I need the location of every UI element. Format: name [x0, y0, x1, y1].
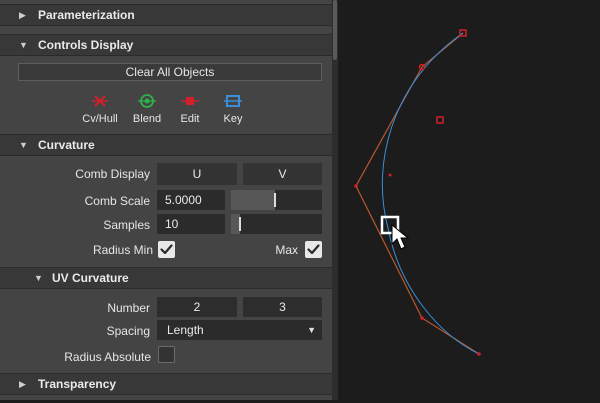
cv-point[interactable] — [388, 173, 392, 177]
cv-hull-icon — [92, 95, 108, 107]
max-label: Max — [275, 243, 298, 257]
cv-point[interactable] — [477, 352, 481, 356]
control-vertices — [354, 29, 481, 356]
checkmark-icon — [307, 244, 320, 255]
slider-handle[interactable] — [273, 193, 276, 207]
comb-display-u-button[interactable]: U — [157, 163, 237, 185]
section-uv-curvature[interactable]: ▼ UV Curvature — [0, 267, 332, 289]
expanded-arrow-icon: ▼ — [19, 140, 28, 150]
cv-hull-label: Cv/Hull — [82, 113, 118, 125]
clear-all-objects-button[interactable]: Clear All Objects — [18, 63, 322, 81]
collapsed-arrow-icon: ▶ — [19, 10, 26, 20]
cv-point[interactable] — [354, 184, 358, 188]
spacing-label: Spacing — [106, 324, 150, 338]
section-parameterization[interactable]: ▶ Parameterization — [0, 4, 332, 26]
mouse-pointer-icon — [391, 223, 410, 250]
comb-display-v-button[interactable]: V — [243, 163, 322, 185]
cv-point[interactable] — [436, 116, 444, 124]
modeling-viewport[interactable] — [338, 0, 600, 400]
key-label: Key — [223, 113, 243, 125]
radius-min-label: Radius Min — [92, 243, 153, 257]
expanded-arrow-icon: ▼ — [19, 40, 28, 50]
section-curvature[interactable]: ▼ Curvature — [0, 134, 332, 156]
number-v-field[interactable]: 3 — [243, 297, 322, 317]
hull-line — [355, 32, 480, 355]
cv-hull-toggle[interactable]: Cv/Hull — [75, 92, 125, 126]
comb-scale-slider[interactable] — [231, 190, 322, 210]
key-icon — [224, 95, 242, 107]
samples-field[interactable]: 10 — [157, 214, 225, 234]
slider-fill — [231, 190, 275, 210]
edit-icon — [181, 97, 199, 105]
comb-scale-label: Comb Scale — [84, 194, 150, 208]
blend-icon — [138, 94, 156, 108]
section-transparency[interactable]: ▶ Transparency — [0, 373, 332, 395]
radius-absolute-checkbox[interactable] — [158, 346, 175, 363]
attribute-panel: ▶ Parameterization ▼ Controls Display Cl… — [0, 0, 332, 400]
number-label: Number — [107, 301, 150, 315]
spacing-dropdown[interactable]: Length ▼ — [157, 320, 322, 340]
max-checkbox[interactable] — [305, 241, 322, 258]
collapsed-arrow-icon: ▶ — [19, 379, 26, 389]
nurbs-curve[interactable] — [381, 32, 480, 355]
section-title: Parameterization — [38, 8, 135, 22]
samples-slider[interactable] — [231, 214, 322, 234]
number-u-field[interactable]: 2 — [157, 297, 237, 317]
spacing-value: Length — [167, 323, 204, 337]
radius-min-checkbox[interactable] — [158, 241, 175, 258]
samples-label: Samples — [103, 218, 150, 232]
section-title: UV Curvature — [52, 271, 129, 285]
chevron-down-icon: ▼ — [307, 325, 316, 335]
curve-view — [354, 29, 481, 356]
section-controls-display[interactable]: ▼ Controls Display — [0, 34, 332, 56]
key-toggle[interactable]: Key — [208, 92, 258, 126]
section-title: Curvature — [38, 138, 95, 152]
comb-scale-field[interactable]: 5.0000 — [157, 190, 225, 210]
cv-point[interactable] — [420, 316, 424, 320]
comb-display-label: Comb Display — [75, 167, 150, 181]
scrollbar-thumb[interactable] — [333, 0, 337, 60]
slider-handle[interactable] — [239, 217, 242, 231]
section-title: Transparency — [38, 377, 117, 391]
section-title: Controls Display — [38, 38, 134, 52]
expanded-arrow-icon: ▼ — [34, 273, 43, 283]
radius-absolute-label: Radius Absolute — [64, 350, 151, 364]
checkmark-icon — [160, 244, 173, 255]
